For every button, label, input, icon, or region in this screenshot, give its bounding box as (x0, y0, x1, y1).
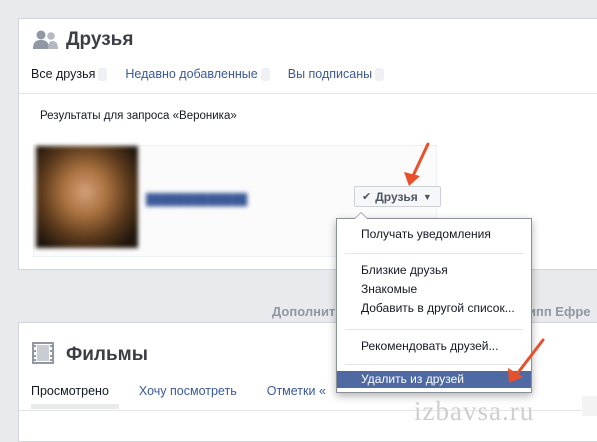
people-icon (32, 30, 60, 53)
annotation-arrow-button-icon (404, 142, 430, 186)
menu-item-unfriend[interactable]: Удалить из друзей (337, 371, 531, 388)
menu-item-label: Близкие друзья (361, 263, 448, 277)
additional-section-header: Дополнит ипп Ефре (272, 304, 591, 319)
friends-status-button[interactable]: ✔ Друзья ▼ (354, 186, 441, 207)
film-strip-icon (32, 342, 54, 367)
menu-item-label: Добавить в другой список... (361, 301, 515, 315)
menu-separator (345, 253, 523, 254)
caret-down-icon: ▼ (422, 191, 432, 202)
menu-item-label: Удалить из друзей (361, 372, 464, 386)
tab-separator (375, 68, 385, 81)
menu-item-close-friends[interactable]: Близкие друзья (337, 262, 531, 279)
friends-button-label: Друзья (375, 189, 418, 204)
friends-section-title: Друзья (66, 29, 134, 50)
menu-item-add-to-list[interactable]: Добавить в другой список... (337, 300, 531, 317)
search-results-label: Результаты для запроса «Вероника» (40, 110, 237, 122)
tab-watched-label: Просмотрено (31, 384, 109, 398)
friends-tabs: Все друзья Недавно добавленные Вы подпис… (31, 67, 402, 81)
menu-separator (345, 364, 523, 365)
tabs-divider (19, 93, 597, 94)
movies-tabs: Просмотрено Хочу посмотреть Отметки « (31, 384, 356, 398)
tab-all-friends[interactable]: Все друзья (31, 67, 108, 81)
menu-item-label: Знакомые (361, 282, 418, 296)
tab-want-to-watch[interactable]: Хочу посмотреть (139, 384, 249, 398)
tab-separator (98, 68, 108, 81)
tab-want-to-watch-label: Хочу посмотреть (138, 384, 237, 398)
dropdown-notch-fill (355, 213, 367, 219)
tab-likes[interactable]: Отметки « (267, 384, 338, 398)
tab-separator (260, 68, 270, 81)
check-icon: ✔ (362, 191, 372, 203)
menu-item-label: Получать уведомления (361, 227, 491, 241)
menu-item-suggest-friends[interactable]: Рекомендовать друзей... (337, 338, 531, 355)
tab-following-label: Вы подписаны (287, 67, 373, 81)
tab-likes-label: Отметки « (266, 384, 326, 398)
tab-watched[interactable]: Просмотрено (31, 384, 121, 398)
tab-recently-added-label: Недавно добавленные (125, 67, 258, 81)
scroll-hint (582, 396, 597, 416)
menu-separator (345, 329, 523, 330)
additional-section-left-text: Дополнит (272, 304, 336, 319)
friend-name-link-blurred[interactable]: █████████████ (146, 194, 247, 206)
annotation-arrow-unfriend-icon (508, 338, 545, 383)
menu-item-get-notifications[interactable]: Получать уведомления (337, 226, 531, 243)
friend-profile-photo[interactable] (36, 146, 138, 248)
tab-following[interactable]: Вы подписаны (287, 67, 385, 81)
menu-item-acquaintances[interactable]: Знакомые (337, 281, 531, 298)
additional-section-right-text: ипп Ефре (528, 304, 591, 319)
movies-section-title: Фильмы (66, 344, 148, 365)
active-tab-underline (31, 404, 119, 409)
tab-all-friends-label: Все друзья (31, 67, 96, 81)
watermark-logo: izbavsa.ru (414, 396, 535, 426)
menu-item-label: Рекомендовать друзей... (361, 339, 499, 353)
tab-recently-added[interactable]: Недавно добавленные (125, 67, 270, 81)
